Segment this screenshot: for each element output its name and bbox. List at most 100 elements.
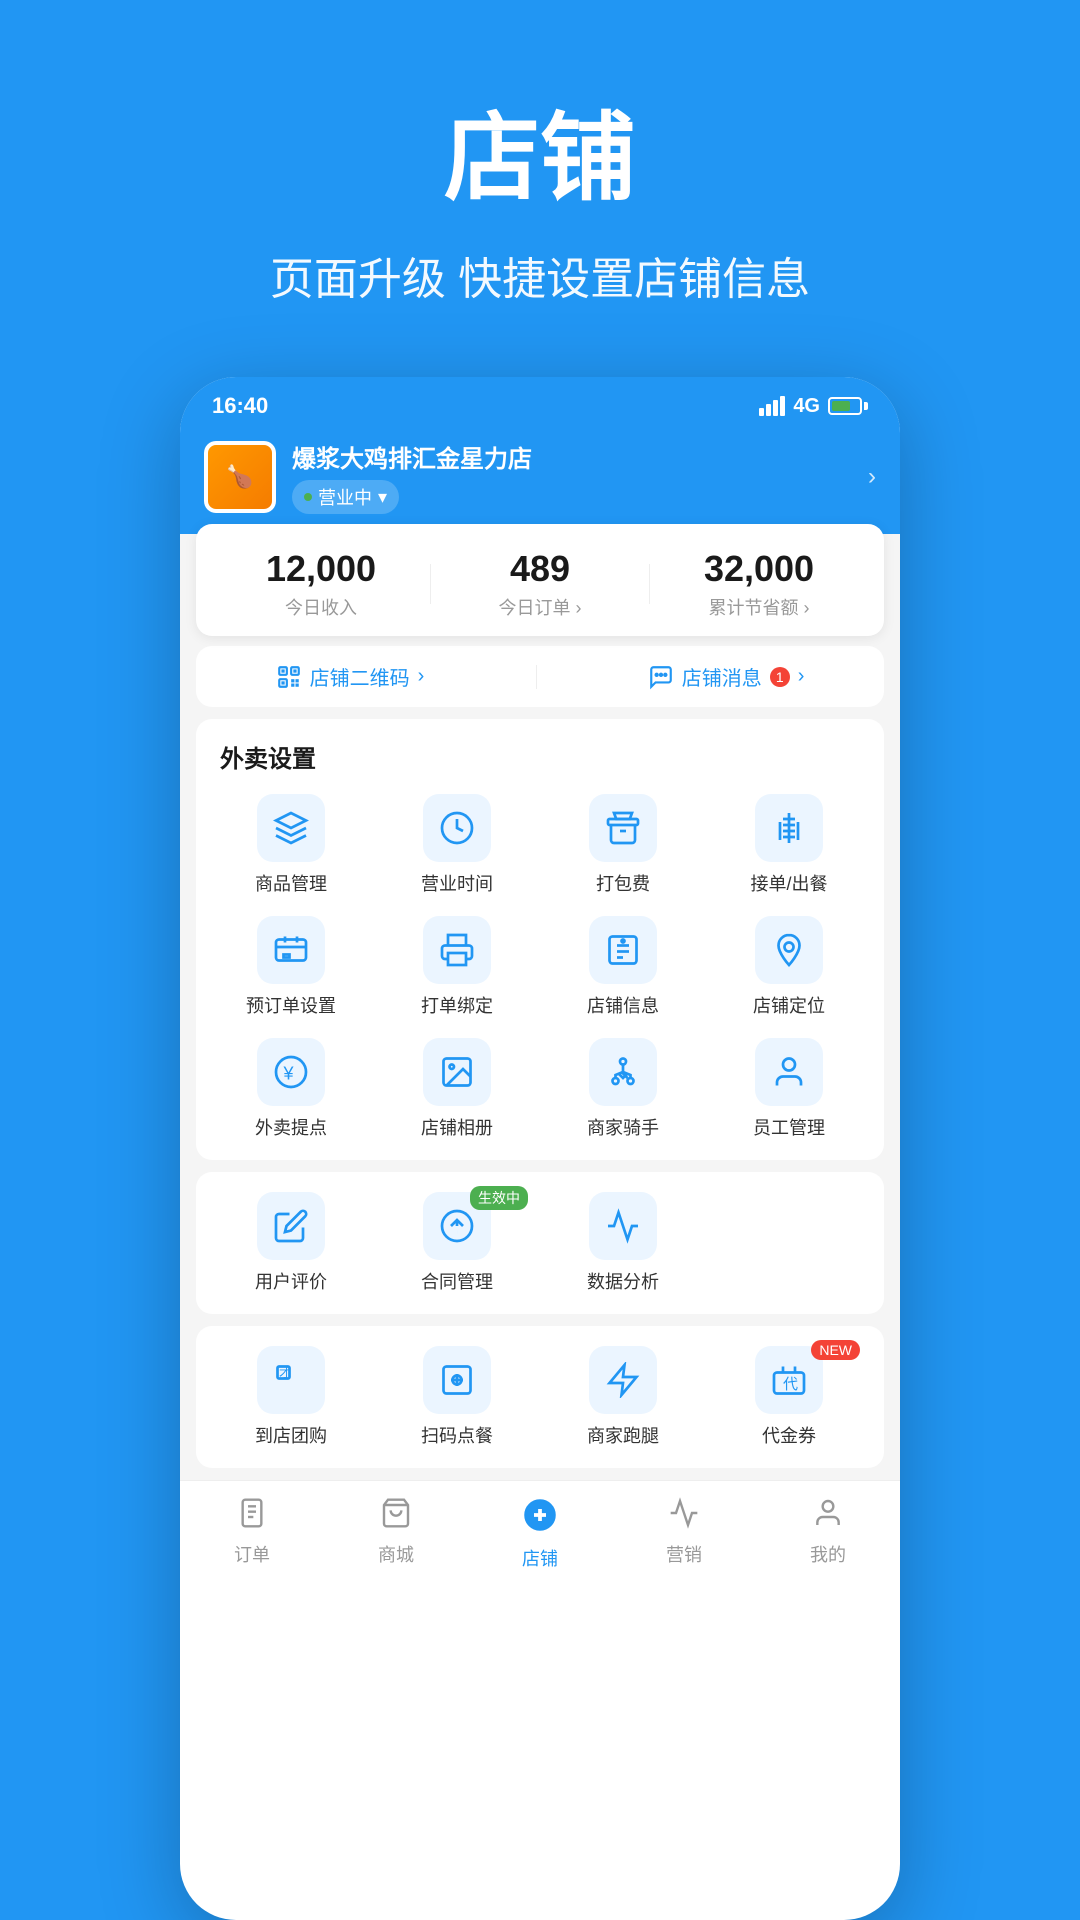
analytics-icon — [589, 1192, 657, 1260]
orders-label: 接单/出餐 — [750, 870, 827, 896]
phone-mockup: 16:40 4G 🍗 爆浆大鸡排汇金星力店 — [180, 377, 900, 1920]
packaging-icon — [589, 794, 657, 862]
preorder-label: 预订单设置 — [246, 992, 336, 1018]
nav-marketing-label: 营销 — [666, 1541, 702, 1567]
stats-card: 12,000 今日收入 489 今日订单 › 32,000 累计节省额 › — [196, 524, 884, 636]
status-right: 4G — [759, 395, 868, 418]
stat-savings[interactable]: 32,000 累计节省额 › — [650, 548, 868, 620]
business-section: 用户评价 生效中 合同管理 — [196, 1172, 884, 1314]
menu-item-tip[interactable]: ¥ 外卖提点 — [212, 1038, 370, 1140]
review-icon — [257, 1192, 325, 1260]
stat-revenue-label: 今日收入 — [212, 594, 430, 620]
business-menu-grid: 用户评价 生效中 合同管理 — [212, 1192, 868, 1294]
nav-store-label: 店铺 — [522, 1545, 558, 1571]
delivery-run-label: 商家跑腿 — [587, 1422, 659, 1448]
menu-item-album[interactable]: 店铺相册 — [378, 1038, 536, 1140]
menu-item-review[interactable]: 用户评价 — [212, 1192, 370, 1294]
battery-icon — [828, 397, 868, 415]
stat-savings-label: 累计节省额 › — [650, 594, 868, 620]
store-chevron[interactable]: › — [868, 463, 876, 491]
content-area: 12,000 今日收入 489 今日订单 › 32,000 累计节省额 › — [180, 534, 900, 1595]
products-icon — [257, 794, 325, 862]
shop-icon — [380, 1497, 412, 1537]
menu-item-packaging[interactable]: 打包费 — [544, 794, 702, 896]
contract-badge: 生效中 — [470, 1186, 528, 1210]
message-label: 店铺消息 — [682, 662, 762, 691]
nav-shop-label: 商城 — [378, 1541, 414, 1567]
tip-label: 外卖提点 — [255, 1114, 327, 1140]
menu-item-orders[interactable]: 接单/出餐 — [710, 794, 868, 896]
menu-item-contract[interactable]: 生效中 合同管理 — [378, 1192, 536, 1294]
menu-item-location[interactable]: 店铺定位 — [710, 916, 868, 1018]
nav-order[interactable]: 订单 — [180, 1497, 324, 1571]
menu-item-delivery[interactable]: 商家跑腿 — [544, 1346, 702, 1448]
nav-profile-label: 我的 — [810, 1541, 846, 1567]
voucher-badge: NEW — [811, 1340, 860, 1360]
printer-icon — [423, 916, 491, 984]
menu-item-analytics[interactable]: 数据分析 — [544, 1192, 702, 1294]
message-link[interactable]: 店铺消息 1 › — [648, 662, 805, 691]
stat-orders[interactable]: 489 今日订单 › — [431, 548, 649, 620]
network-label: 4G — [793, 395, 820, 418]
hours-label: 营业时间 — [421, 870, 493, 896]
nav-profile[interactable]: 我的 — [756, 1497, 900, 1571]
delivery-icon — [589, 1346, 657, 1414]
qrcode-label: 店铺二维码 — [310, 662, 410, 691]
staff-label: 员工管理 — [753, 1114, 825, 1140]
staff-icon — [755, 1038, 823, 1106]
nav-store[interactable]: 店铺 — [468, 1497, 612, 1571]
store-info: 爆浆大鸡排汇金星力店 营业中 ▾ — [292, 439, 852, 514]
store-icon — [522, 1497, 558, 1541]
menu-item-info[interactable]: 店铺信息 — [544, 916, 702, 1018]
location-icon — [755, 916, 823, 984]
products-label: 商品管理 — [255, 870, 327, 896]
menu-item-preorder[interactable]: 预订单设置 — [212, 916, 370, 1018]
nav-marketing[interactable]: 营销 — [612, 1497, 756, 1571]
voucher-label: 代金券 — [762, 1422, 816, 1448]
tip-icon: ¥ — [257, 1038, 325, 1106]
menu-item-scan[interactable]: 扫码点餐 — [378, 1346, 536, 1448]
orders-icon — [755, 794, 823, 862]
page-title: 店铺 — [40, 80, 1040, 219]
groupbuy-icon: 才 — [257, 1346, 325, 1414]
stat-orders-value: 489 — [431, 548, 649, 590]
delivery-section-title: 外卖设置 — [212, 739, 868, 774]
menu-item-staff[interactable]: 员工管理 — [710, 1038, 868, 1140]
menu-item-hours[interactable]: 营业时间 — [378, 794, 536, 896]
qrcode-link[interactable]: 店铺二维码 › — [276, 662, 425, 691]
message-icon — [648, 664, 674, 690]
scan-icon — [423, 1346, 491, 1414]
stat-revenue-value: 12,000 — [212, 548, 430, 590]
menu-item-voucher[interactable]: NEW 代 代金券 — [710, 1346, 868, 1448]
svg-text:¥: ¥ — [283, 1064, 295, 1084]
status-time: 16:40 — [212, 393, 268, 419]
delivery-section: 外卖设置 商品管理 — [196, 719, 884, 1160]
extra-section: 才 到店团购 扫码点餐 — [196, 1326, 884, 1468]
svg-text:才: 才 — [279, 1366, 291, 1380]
bottom-navigation: 订单 商城 店铺 — [180, 1480, 900, 1595]
album-label: 店铺相册 — [421, 1114, 493, 1140]
extra-menu-grid: 才 到店团购 扫码点餐 — [212, 1346, 868, 1448]
store-status-badge[interactable]: 营业中 ▾ — [292, 480, 399, 514]
info-icon — [589, 916, 657, 984]
page-subtitle: 页面升级 快捷设置店铺信息 — [40, 243, 1040, 307]
menu-item-groupbuy[interactable]: 才 到店团购 — [212, 1346, 370, 1448]
store-header[interactable]: 🍗 爆浆大鸡排汇金星力店 营业中 ▾ › — [180, 427, 900, 534]
analytics-label: 数据分析 — [587, 1268, 659, 1294]
store-logo: 🍗 — [204, 441, 276, 513]
hours-icon — [423, 794, 491, 862]
battery-fill — [832, 401, 850, 411]
stat-revenue[interactable]: 12,000 今日收入 — [212, 548, 430, 620]
menu-item-printer[interactable]: 打单绑定 — [378, 916, 536, 1018]
quick-links: 店铺二维码 › 店铺消息 1 › — [196, 646, 884, 707]
preorder-icon — [257, 916, 325, 984]
album-icon — [423, 1038, 491, 1106]
marketing-icon — [668, 1497, 700, 1537]
profile-icon — [812, 1497, 844, 1537]
menu-item-rider[interactable]: 商家骑手 — [544, 1038, 702, 1140]
nav-order-label: 订单 — [234, 1541, 270, 1567]
printer-label: 打单绑定 — [421, 992, 493, 1018]
location-label: 店铺定位 — [753, 992, 825, 1018]
nav-shop[interactable]: 商城 — [324, 1497, 468, 1571]
menu-item-products[interactable]: 商品管理 — [212, 794, 370, 896]
